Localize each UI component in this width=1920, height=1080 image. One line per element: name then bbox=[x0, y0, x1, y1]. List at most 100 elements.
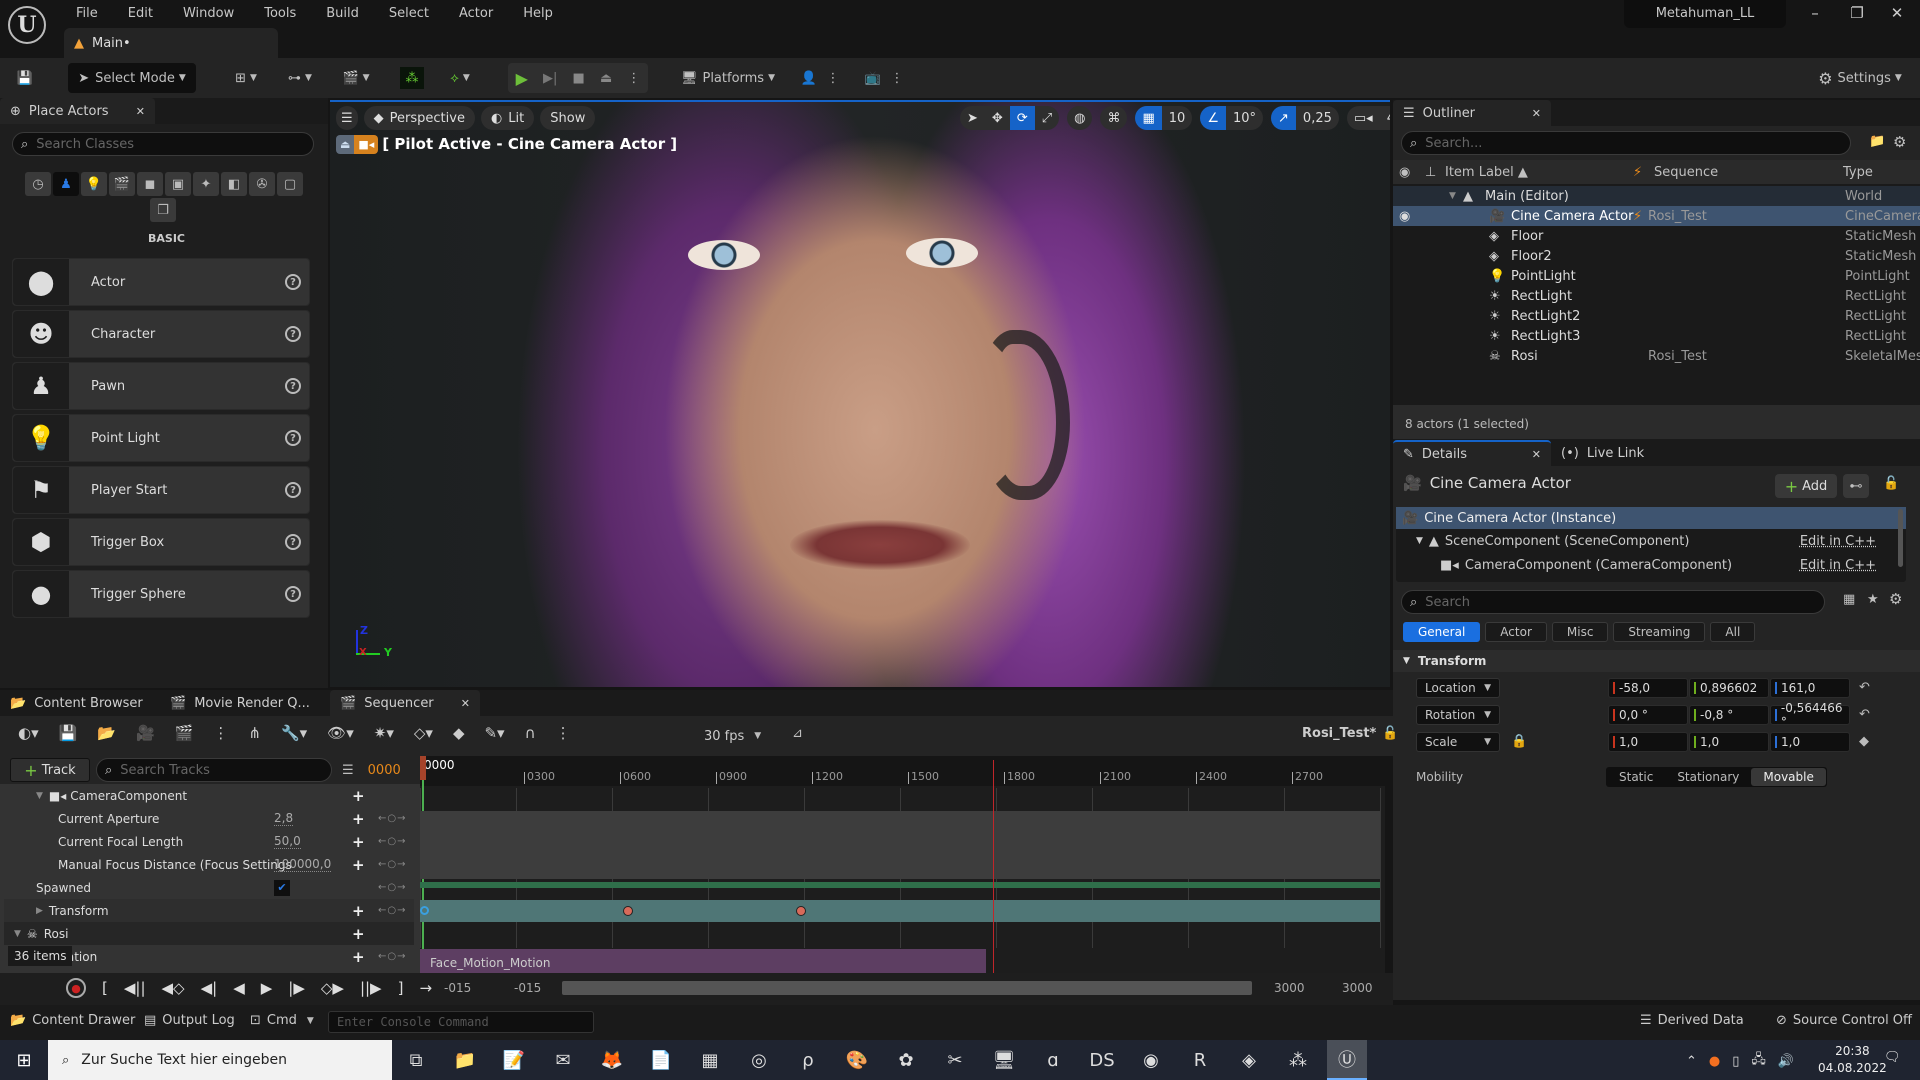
eye-icon[interactable]: 👁▾ bbox=[327, 724, 354, 742]
outliner-row[interactable]: ◈ Floor StaticMesh bbox=[1393, 226, 1920, 246]
source-control-button[interactable]: ⊘ Source Control Off bbox=[1776, 1013, 1912, 1028]
add-folder-icon[interactable]: 📁 bbox=[1869, 134, 1885, 149]
blueprint-button[interactable]: ⊶ ▼ bbox=[280, 63, 320, 93]
spawned-checkbox[interactable]: ✔ bbox=[274, 879, 290, 896]
previous-frame-icon[interactable]: ◀|| bbox=[124, 979, 146, 997]
location-y-field[interactable]: 0,896602 bbox=[1689, 677, 1769, 698]
actor-item-trigger-box[interactable]: ⬢ Trigger Box? bbox=[12, 518, 310, 566]
console-command-input[interactable]: Enter Console Command bbox=[328, 1011, 594, 1033]
mobility-stationary[interactable]: Stationary bbox=[1665, 768, 1751, 786]
scale-y-field[interactable]: 1,0 bbox=[1689, 731, 1769, 752]
level-tab[interactable]: ▲ Main• bbox=[64, 28, 278, 58]
nvidia-app-icon[interactable]: ◈ bbox=[1229, 1040, 1269, 1080]
record-icon[interactable]: ● bbox=[66, 978, 86, 998]
outliner-row[interactable]: ◉ 🎥 Cine Camera Actor ⚡ Rosi_Test CineCamera bbox=[1393, 206, 1920, 226]
filter-all[interactable]: All bbox=[1710, 622, 1756, 642]
world-icon[interactable]: ◐▾ bbox=[18, 724, 39, 742]
basic-icon[interactable]: ♟ bbox=[53, 172, 79, 196]
type-column[interactable]: Type bbox=[1843, 165, 1873, 180]
save-icon[interactable]: 💾 bbox=[12, 63, 38, 93]
gear-icon[interactable]: ⚙ bbox=[1889, 590, 1902, 608]
clock[interactable]: 20:38 04.08.2022 bbox=[1818, 1043, 1887, 1077]
timeline-scrollbar[interactable] bbox=[562, 981, 1252, 995]
outliner-row[interactable]: ☀ RectLight2 RectLight bbox=[1393, 306, 1920, 326]
unreal-logo-icon[interactable]: U bbox=[8, 6, 46, 44]
actor-item-trigger-sphere[interactable]: ● Trigger Sphere? bbox=[12, 570, 310, 618]
jump-to-end-icon[interactable]: ] bbox=[398, 979, 404, 997]
transform-keyframe[interactable] bbox=[623, 906, 633, 916]
remote-desktop-icon[interactable]: 🖥 bbox=[984, 1040, 1024, 1080]
cmd-dropdown[interactable]: ⊡ Cmd ▼ bbox=[250, 1013, 314, 1028]
viewport-menu-button[interactable]: ☰ bbox=[336, 106, 358, 130]
scale-z-field[interactable]: 1,0 bbox=[1770, 731, 1850, 752]
component-row-instance[interactable]: 🎥 Cine Camera Actor (Instance) bbox=[1396, 507, 1906, 529]
menu-select[interactable]: Select bbox=[389, 6, 429, 21]
menu-window[interactable]: Window bbox=[183, 6, 234, 21]
eject-icon[interactable]: ⏏ bbox=[600, 71, 612, 86]
surface-snap-toggle[interactable]: ⌘ bbox=[1100, 106, 1128, 130]
filter-misc[interactable]: Misc bbox=[1551, 622, 1609, 642]
scale-dropdown[interactable]: Scale ▼ bbox=[1416, 731, 1500, 752]
camera-tray-icon[interactable]: ▯ bbox=[1732, 1054, 1739, 1069]
taskbar-search-input[interactable]: ⌕ Zur Suche Text hier eingeben bbox=[48, 1040, 392, 1080]
track-value[interactable]: 100000,0 bbox=[274, 857, 332, 872]
notepad-icon[interactable]: 📝 bbox=[494, 1040, 534, 1080]
task-view-icon[interactable]: ⧉ bbox=[396, 1040, 436, 1080]
thunderbird-icon[interactable]: ✉ bbox=[543, 1040, 583, 1080]
curve-editor-icon[interactable]: ⊿ bbox=[792, 726, 803, 741]
help-icon[interactable]: ? bbox=[285, 482, 301, 498]
control-rig-icon[interactable]: ⁂ bbox=[400, 67, 424, 89]
select-tool-icon[interactable]: ➤ bbox=[960, 106, 985, 130]
track-row[interactable]: Spawned ✔ ←○→ bbox=[4, 876, 414, 899]
add-key-icon[interactable]: + bbox=[352, 833, 365, 851]
unreal-engine-icon[interactable]: Ⓤ bbox=[1327, 1040, 1367, 1080]
pin-column-icon[interactable]: ⊥ bbox=[1425, 165, 1436, 180]
camera-speed[interactable]: ▭◂ 4 bbox=[1346, 106, 1390, 130]
collapse-arrow-icon[interactable]: ▼ bbox=[14, 929, 21, 939]
next-frame-icon[interactable]: ||▶ bbox=[360, 979, 382, 997]
paint-icon[interactable]: 🎨 bbox=[837, 1040, 877, 1080]
outliner-row[interactable]: ▼ ▲ Main (Editor) World bbox=[1393, 186, 1920, 206]
edit-in-cpp-link[interactable]: Edit in C++ bbox=[1800, 558, 1876, 573]
actor-item-character[interactable]: ☻ Character? bbox=[12, 310, 310, 358]
add-key-icon[interactable]: + bbox=[352, 856, 365, 874]
eject-pilot-icon[interactable]: ⏏ bbox=[336, 134, 355, 154]
mobility-static[interactable]: Static bbox=[1607, 768, 1665, 786]
tab-movie-render-queue[interactable]: 🎬 Movie Render Q... bbox=[160, 690, 320, 716]
filter-streaming[interactable]: Streaming bbox=[1613, 622, 1706, 642]
platforms-dropdown[interactable]: 🖥 Platforms ▼ bbox=[678, 63, 778, 93]
network-icon[interactable]: 🖧 bbox=[1751, 1050, 1766, 1072]
live-link-tab[interactable]: (•) Live Link bbox=[1551, 440, 1654, 466]
media-icon[interactable]: ▢ bbox=[277, 172, 303, 196]
table-view-icon[interactable]: ▦ bbox=[1843, 592, 1855, 607]
star-icon[interactable]: ★ bbox=[1867, 592, 1879, 607]
blueprint-convert-button[interactable]: ⊷ bbox=[1843, 474, 1869, 498]
track-row[interactable]: Current Aperture 2,8 + ←○→ bbox=[4, 807, 414, 830]
avast-icon[interactable]: ● bbox=[1709, 1054, 1720, 1069]
add-track-button[interactable]: + Track bbox=[10, 758, 90, 782]
outliner-row[interactable]: 💡 PointLight PointLight bbox=[1393, 266, 1920, 286]
track-value[interactable]: 50,0 bbox=[274, 834, 301, 849]
transform-keyframe[interactable] bbox=[420, 906, 429, 915]
transform-section-header[interactable]: ▼ Transform bbox=[1393, 650, 1920, 672]
scale-x-field[interactable]: 1,0 bbox=[1608, 731, 1688, 752]
expand-arrow-icon[interactable]: ▶ bbox=[36, 906, 43, 916]
key-diamond-icon[interactable]: ◇▾ bbox=[414, 724, 433, 742]
playback-end-marker[interactable] bbox=[993, 760, 994, 973]
track-row[interactable]: ▼ ☠ Rosi + bbox=[4, 922, 414, 945]
tv-icon[interactable]: 📺 bbox=[860, 63, 886, 93]
firefox-icon[interactable]: 🦊 bbox=[592, 1040, 632, 1080]
rotation-snap[interactable]: ∠ 10° bbox=[1200, 106, 1264, 130]
filter-actor[interactable]: Actor bbox=[1485, 622, 1547, 642]
more-options-icon[interactable]: ⋮ bbox=[213, 724, 228, 742]
add-key-icon[interactable]: + bbox=[352, 902, 365, 920]
reset-icon[interactable]: ↶ bbox=[1859, 707, 1870, 722]
lights-icon[interactable]: 💡 bbox=[81, 172, 107, 196]
reset-icon[interactable]: ↶ bbox=[1859, 680, 1870, 695]
outliner-row[interactable]: ☀ RectLight RectLight bbox=[1393, 286, 1920, 306]
add-key-icon[interactable]: + bbox=[352, 787, 365, 805]
track-row[interactable]: ▼ ■◂ CameraComponent + bbox=[4, 784, 414, 807]
more-options-icon[interactable]: ⋮ bbox=[826, 63, 840, 93]
key-navigation-icon[interactable]: ←○→ bbox=[378, 882, 406, 893]
key-navigation-icon[interactable]: ←○→ bbox=[378, 836, 406, 847]
